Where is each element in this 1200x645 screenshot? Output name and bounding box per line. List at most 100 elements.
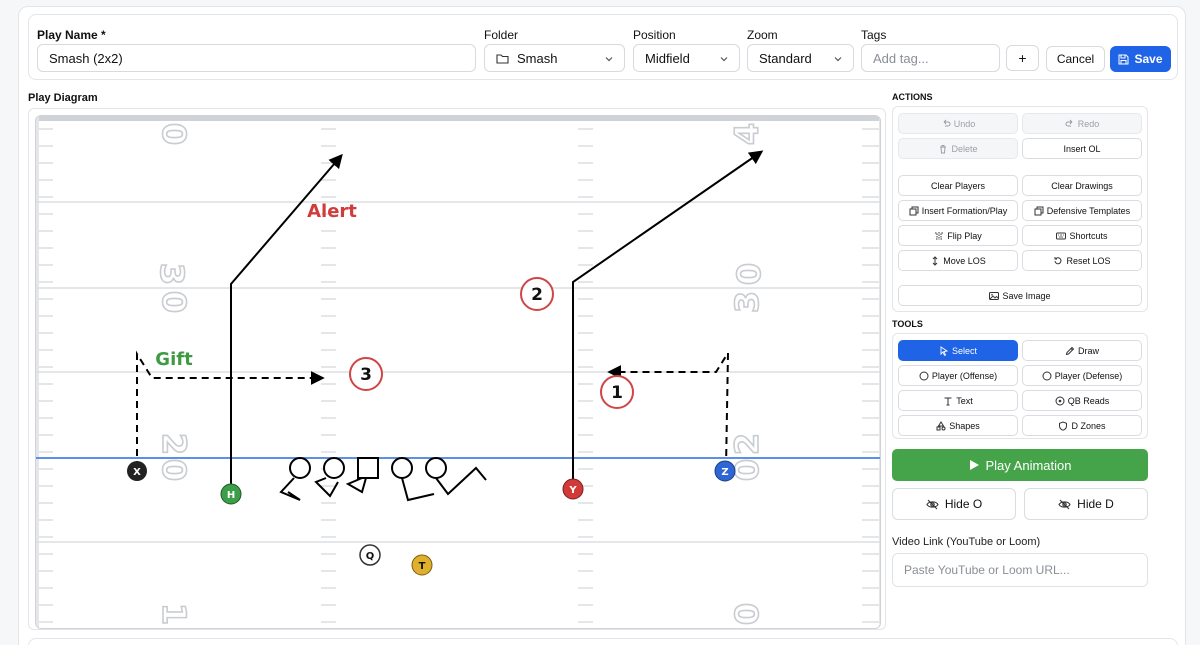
player-q-label: Q xyxy=(366,551,375,562)
move-los-label: Move LOS xyxy=(943,255,986,266)
lineman-block xyxy=(279,477,301,501)
hide-defense-button[interactable]: Hide D xyxy=(1024,488,1148,520)
player-x[interactable]: X xyxy=(127,461,147,481)
play-diagram-frame: 0 3 0 2 0 1 4 0 3 2 0 0 X H Y Z Q T 2 3 … xyxy=(28,108,886,630)
folder-label: Folder xyxy=(484,28,519,42)
position-select[interactable]: Midfield xyxy=(633,44,740,72)
qb-read-3-label: 3 xyxy=(360,365,372,385)
video-link-input[interactable]: Paste YouTube or Loom URL... xyxy=(892,553,1148,587)
insert-ol-button[interactable]: Insert OL xyxy=(1022,138,1142,159)
play-animation-button[interactable]: Play Animation xyxy=(892,449,1148,481)
bottom-panel xyxy=(28,638,1178,645)
qb-read-2[interactable]: 2 xyxy=(520,277,554,311)
redo-icon xyxy=(1065,119,1073,126)
player-t-label: T xyxy=(419,561,426,572)
hide-offense-label: Hide O xyxy=(944,497,983,511)
save-image-label: Save Image xyxy=(1002,290,1051,301)
clear-drawings-button[interactable]: Clear Drawings xyxy=(1022,175,1142,196)
flip-play-button[interactable]: Flip Play xyxy=(898,225,1018,246)
alert-label[interactable]: Alert xyxy=(307,201,357,222)
yard-number: 0 xyxy=(155,123,193,145)
player-defense-label: Player (Defense) xyxy=(1054,370,1123,381)
video-link-label: Video Link (YouTube or Loom) xyxy=(892,536,1041,548)
delete-button[interactable]: Delete xyxy=(898,138,1018,159)
route-z-hitch[interactable] xyxy=(607,349,730,469)
shortcuts-label: Shortcuts xyxy=(1069,230,1108,241)
yard-number: 1 xyxy=(155,603,193,625)
player-y-label: Y xyxy=(568,485,577,496)
qb-read-3[interactable]: 3 xyxy=(349,357,383,391)
move-los-button[interactable]: Move LOS xyxy=(898,250,1018,271)
play-icon xyxy=(969,460,979,470)
position-value: Midfield xyxy=(645,50,690,66)
qb-read-1-label: 1 xyxy=(611,383,623,403)
player-offense-label: Player (Offense) xyxy=(931,370,998,381)
select-tool-button[interactable]: Select xyxy=(898,340,1018,361)
yard-number: 3 xyxy=(153,263,191,285)
flip-play-label: Flip Play xyxy=(947,230,982,241)
qb-reads-tool-button[interactable]: QB Reads xyxy=(1022,390,1142,411)
cancel-button[interactable]: Cancel xyxy=(1046,46,1105,72)
d-zones-tool-button[interactable]: D Zones xyxy=(1022,415,1142,436)
delete-label: Delete xyxy=(951,143,978,154)
zoom-select[interactable]: Standard xyxy=(747,44,854,72)
chevron-down-icon xyxy=(834,57,842,62)
redo-button[interactable]: Redo xyxy=(1022,113,1142,134)
qb-read-markers[interactable]: 2 3 1 xyxy=(349,277,634,409)
draw-tool-button[interactable]: Draw xyxy=(1022,340,1142,361)
select-tool-label: Select xyxy=(951,345,977,356)
save-button[interactable]: Save xyxy=(1110,46,1171,72)
lineman-circle[interactable] xyxy=(289,457,311,479)
skill-players[interactable]: X H Y Z Q T xyxy=(127,460,736,576)
insert-formation-button[interactable]: Insert Formation/Play xyxy=(898,200,1018,221)
gift-label[interactable]: Gift xyxy=(155,349,193,370)
defensive-templates-button[interactable]: Defensive Templates xyxy=(1022,200,1142,221)
offensive-line[interactable] xyxy=(279,457,487,502)
lineman-circle[interactable] xyxy=(425,457,447,479)
player-q[interactable]: Q xyxy=(359,544,381,566)
qb-read-1[interactable]: 1 xyxy=(600,375,634,409)
undo-button[interactable]: Undo xyxy=(898,113,1018,134)
draw-tool-label: Draw xyxy=(1077,345,1099,356)
yard-number: 0 xyxy=(728,603,766,625)
shapes-icon xyxy=(936,420,946,430)
player-z[interactable]: Z xyxy=(714,460,736,482)
insert-formation-label: Insert Formation/Play xyxy=(921,205,1008,216)
text-tool-label: Text xyxy=(956,395,973,406)
text-tool-button[interactable]: Text xyxy=(898,390,1018,411)
clear-players-button[interactable]: Clear Players xyxy=(898,175,1018,196)
shortcuts-button[interactable]: Shortcuts xyxy=(1022,225,1142,246)
hide-offense-button[interactable]: Hide O xyxy=(892,488,1016,520)
shapes-tool-button[interactable]: Shapes xyxy=(898,415,1018,436)
center-square[interactable] xyxy=(357,457,379,479)
player-defense-tool-button[interactable]: Player (Defense) xyxy=(1022,365,1142,386)
tools-title: TOOLS xyxy=(892,319,923,329)
player-h[interactable]: H xyxy=(220,483,242,505)
lineman-circle[interactable] xyxy=(391,457,413,479)
folder-select[interactable]: Smash xyxy=(484,44,625,72)
cursor-icon xyxy=(940,345,949,356)
player-z-label: Z xyxy=(721,467,728,478)
tag-input[interactable]: Add tag... xyxy=(861,44,1000,72)
play-diagram-canvas[interactable]: 0 3 0 2 0 1 4 0 3 2 0 0 X H Y Z Q T 2 3 … xyxy=(35,115,881,629)
eye-off-icon xyxy=(926,499,939,509)
copy-icon xyxy=(909,206,919,215)
football-field[interactable]: 0 3 0 2 0 1 4 0 3 2 0 0 X H Y Z Q T 2 3 … xyxy=(36,116,881,629)
image-icon xyxy=(989,291,1000,300)
player-offense-tool-button[interactable]: Player (Offense) xyxy=(898,365,1018,386)
play-name-input[interactable]: Smash (2x2) xyxy=(37,44,476,72)
player-h-label: H xyxy=(227,490,235,501)
folder-icon xyxy=(496,53,509,64)
player-t[interactable]: T xyxy=(411,554,433,576)
player-x-label: X xyxy=(133,467,141,478)
save-image-button[interactable]: Save Image xyxy=(898,285,1142,306)
lineman-circle[interactable] xyxy=(323,457,345,479)
text-icon xyxy=(944,397,952,405)
add-tag-button[interactable]: + xyxy=(1006,45,1039,71)
chevron-down-icon xyxy=(720,57,728,62)
player-y[interactable]: Y xyxy=(562,478,584,500)
circle-icon xyxy=(919,371,929,380)
top-sideline xyxy=(36,116,880,121)
save-label: Save xyxy=(1134,52,1163,66)
reset-los-button[interactable]: Reset LOS xyxy=(1022,250,1142,271)
